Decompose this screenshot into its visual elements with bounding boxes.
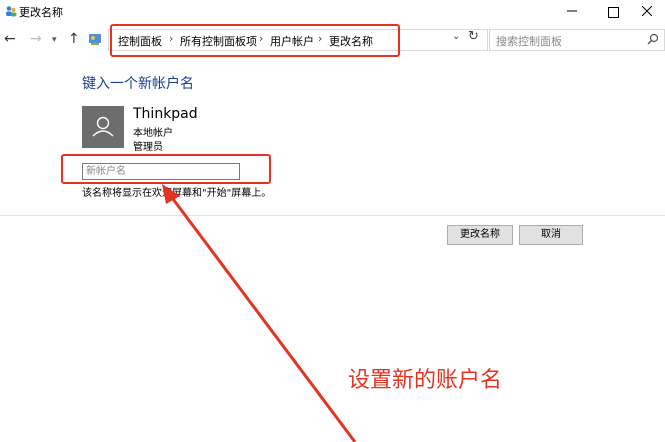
annotation-arrow [162, 184, 357, 442]
annotation-text: 设置新的账户名 [348, 368, 503, 393]
